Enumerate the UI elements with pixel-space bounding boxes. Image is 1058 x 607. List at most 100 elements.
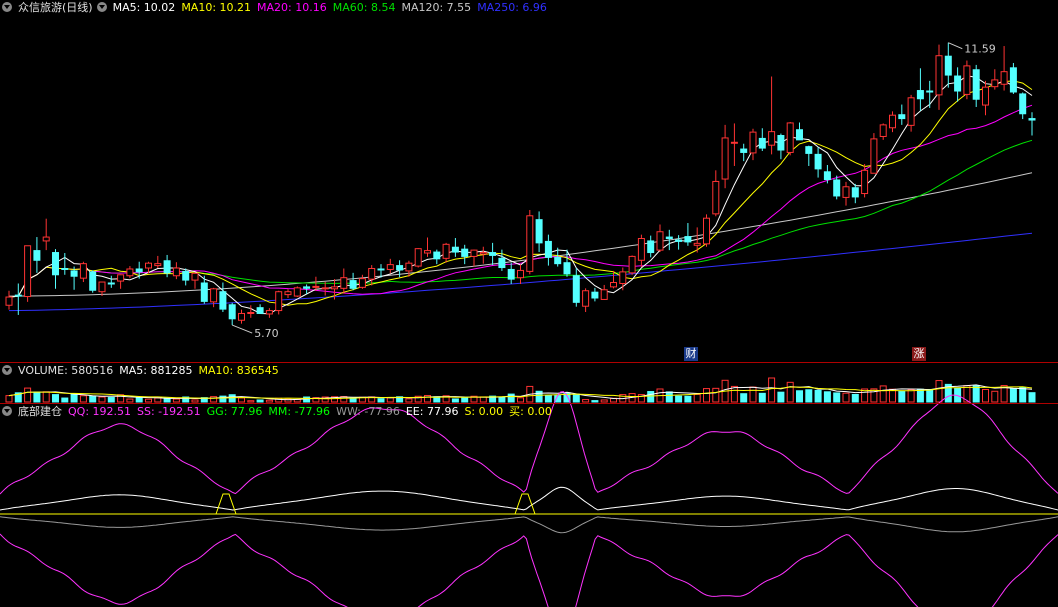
volume-bar-up	[191, 399, 199, 403]
volume-ma10-line	[8, 386, 1033, 400]
volume-bar-down	[916, 388, 924, 403]
volume-bar-up	[768, 377, 776, 403]
mm-value: MM: -77.96	[268, 405, 331, 418]
volume-bar-down	[572, 393, 580, 403]
earnings-marker[interactable]: 财	[684, 347, 698, 361]
buy-signal	[514, 493, 536, 515]
candle-up	[935, 55, 943, 96]
candle-down	[498, 257, 506, 269]
volume-bar-down	[256, 399, 264, 403]
candle-down	[107, 282, 115, 285]
gg-value: GG: 77.96	[206, 405, 263, 418]
volume-bar-down	[647, 391, 655, 403]
volume-bar-down	[814, 389, 822, 403]
candle-down	[163, 260, 171, 274]
candle-down	[535, 219, 543, 244]
candle-down	[563, 262, 571, 275]
volume-bar-down	[926, 388, 934, 403]
candle-down	[851, 187, 859, 198]
volume-bar-up	[126, 398, 134, 403]
volume-bar-down	[135, 397, 143, 403]
volume-bar-up	[889, 388, 896, 403]
candle-up	[730, 141, 738, 144]
volume-bar-down	[758, 392, 766, 403]
volume-bar-down	[740, 393, 748, 403]
candle-up	[610, 282, 617, 288]
volume-bar-up	[145, 398, 152, 403]
volume-bar-up	[405, 398, 413, 403]
volume-bar-up	[265, 399, 273, 403]
ma60-value: MA60: 8.54	[332, 1, 396, 14]
volume-bar-up	[210, 396, 218, 403]
price-menu-icon[interactable]	[2, 2, 12, 12]
candle-up	[79, 263, 87, 279]
s-value: S: 0.00	[464, 405, 504, 418]
candle-up	[265, 310, 273, 315]
candle-up	[312, 285, 320, 288]
candle-down	[675, 239, 683, 242]
candle-up	[210, 288, 218, 303]
volume-bar-down	[70, 393, 78, 403]
volume-bar-up	[693, 393, 701, 403]
candle-down	[349, 280, 357, 289]
candle-up	[656, 231, 664, 251]
volume-menu-icon[interactable]	[2, 365, 12, 375]
volume-bar-down	[349, 397, 357, 403]
candle-up	[284, 291, 292, 296]
volume-bar-down	[1019, 387, 1027, 403]
candle-up	[749, 131, 757, 154]
limit-up-marker[interactable]: 涨	[912, 347, 926, 361]
candle-down	[1009, 67, 1017, 93]
candle-down	[823, 171, 831, 181]
candle-down	[70, 270, 78, 277]
candle-down	[944, 55, 952, 76]
candle-up	[405, 262, 413, 272]
candle-down	[507, 268, 515, 280]
volume-bar-up	[79, 395, 87, 403]
candle-down	[777, 135, 785, 151]
candle-up	[861, 169, 869, 195]
volume-bar-up	[991, 390, 999, 403]
candle-down	[926, 90, 934, 93]
candle-up	[879, 124, 887, 137]
candle-down	[665, 236, 673, 240]
candle-up	[721, 137, 729, 180]
ma-menu-icon[interactable]	[96, 2, 107, 12]
candle-up	[526, 215, 534, 272]
volume-ma10-value: MA10: 836545	[198, 364, 279, 377]
candle-up	[275, 291, 283, 312]
candle-down	[898, 114, 906, 120]
indicator-menu-icon[interactable]	[2, 406, 12, 416]
candle-down	[61, 267, 69, 270]
candle-down	[591, 291, 599, 299]
candle-up	[442, 243, 450, 259]
candle-down	[544, 240, 552, 258]
candle-up	[889, 114, 896, 129]
volume-bar-down	[451, 398, 459, 403]
volume-bar-down	[61, 397, 69, 403]
volume-bar-down	[228, 394, 236, 403]
candle-up	[293, 287, 301, 297]
candle-up	[637, 238, 645, 261]
candle-down	[433, 251, 441, 260]
candle-up	[358, 278, 366, 288]
volume-bar-down	[684, 395, 692, 403]
candle-down	[814, 153, 822, 170]
candle-up	[172, 267, 180, 277]
ee-value: EE: 77.96	[405, 405, 459, 418]
volume-bar-up	[712, 387, 720, 403]
volume-bar-up	[907, 389, 915, 403]
volume-bar-down	[107, 397, 115, 403]
candle-up	[145, 262, 152, 269]
candle-up	[582, 290, 590, 307]
candle-down	[14, 294, 22, 297]
candle-down	[796, 129, 803, 141]
stock-name: 众信旅游(日线)	[18, 1, 93, 14]
candle-up	[154, 263, 162, 267]
candle-down	[954, 75, 962, 92]
candle-up	[963, 65, 971, 95]
candle-down	[461, 248, 469, 257]
candle-down	[303, 286, 311, 289]
high-price-label: 11.59	[964, 43, 996, 56]
volume-bar-down	[796, 390, 803, 403]
